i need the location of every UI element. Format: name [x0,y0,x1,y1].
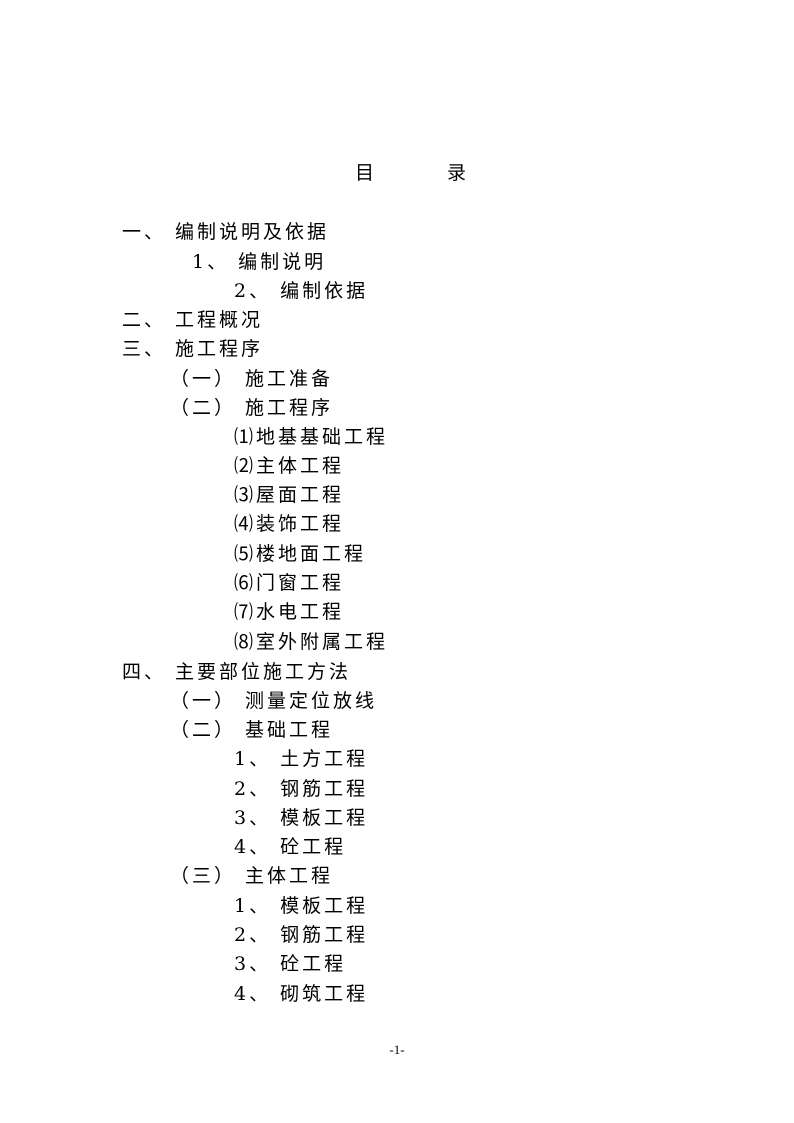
toc-entry-level-2: （一） 测量定位放线 [170,690,378,712]
title-char-2: 录 [447,162,467,184]
title-char-1: 目 [355,162,375,184]
toc-entry-level-3: 2、 钢筋工程 [234,924,369,946]
toc-entry-level-2: （二） 基础工程 [170,719,334,741]
toc-entry-level-3: ⑺水电工程 [234,601,345,623]
toc-entry-level-3: ⑴地基基础工程 [234,426,389,448]
toc-entry-level-3: ⑷装饰工程 [234,513,345,535]
toc-entry-level-3: 1、 模板工程 [234,895,369,917]
toc-entry-level-2: 1、 编制说明 [192,251,327,273]
toc-entry-level-3: ⑵主体工程 [234,455,345,477]
toc-entry-level-3: 2、 钢筋工程 [234,778,369,800]
toc-entry-level-1: 二、 工程概况 [122,309,264,331]
toc-entry-level-2: （一） 施工准备 [170,368,334,390]
toc-entry-level-2: （三） 主体工程 [170,865,334,887]
toc-entry-level-3: ⑻室外附属工程 [234,631,389,653]
toc-entry-level-3: 4、 砼工程 [234,836,347,858]
toc-entry-level-2: （二） 施工程序 [170,397,334,419]
toc-entry-level-3: 1、 土方工程 [234,748,369,770]
toc-entry-level-3: ⑸楼地面工程 [234,543,367,565]
toc-entry-level-3: ⑹门窗工程 [234,572,345,594]
toc-entry-level-1: 四、 主要部位施工方法 [122,661,352,683]
toc-title: 目 录 [0,158,794,184]
toc-entry-level-3: 3、 模板工程 [234,807,369,829]
toc-entry-level-3: ⑶屋面工程 [234,484,345,506]
toc-entry-level-3: 3、 砼工程 [234,953,347,975]
toc-entry-level-2: 2、 编制依据 [234,280,369,302]
page-number: -1- [389,1042,405,1057]
toc-entry-level-1: 一、 编制说明及依据 [122,221,330,243]
toc-entry-level-3: 4、 砌筑工程 [234,983,369,1005]
toc-entry-level-1: 三、 施工程序 [122,338,264,360]
